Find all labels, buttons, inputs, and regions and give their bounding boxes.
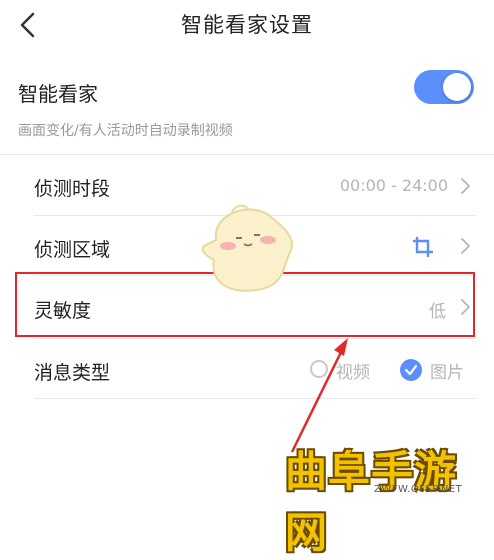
schedule-label: 侦测时段 xyxy=(34,178,111,200)
smart-home-label: 智能看家 xyxy=(18,82,98,106)
schedule-value: 00:00 - 24:00 xyxy=(339,176,448,195)
page-title: 智能看家设置 xyxy=(181,13,313,37)
row-divider xyxy=(34,398,476,399)
toggle-knob xyxy=(443,73,471,101)
area-label: 侦测区域 xyxy=(34,239,111,261)
message-type-row: 消息类型 视频 图片 xyxy=(34,340,476,398)
header-bar: 智能看家设置 xyxy=(0,0,494,52)
crop-icon xyxy=(413,237,433,257)
row-divider xyxy=(34,338,476,339)
watermark-url: ZWFW.QFSP.NET xyxy=(374,484,463,495)
smart-home-toggle[interactable] xyxy=(414,70,474,104)
chevron-right-icon xyxy=(461,238,470,254)
option-image-label: 图片 xyxy=(430,363,464,383)
smart-home-description: 画面变化/有人活动时自动录制视频 xyxy=(18,123,233,139)
section-divider xyxy=(0,154,494,155)
chevron-right-icon xyxy=(461,178,470,194)
mascot-sticker-icon xyxy=(201,204,293,292)
watermark-text: 曲阜手游网 xyxy=(285,447,458,557)
message-type-label: 消息类型 xyxy=(34,362,111,384)
radio-checked-icon xyxy=(400,359,422,381)
